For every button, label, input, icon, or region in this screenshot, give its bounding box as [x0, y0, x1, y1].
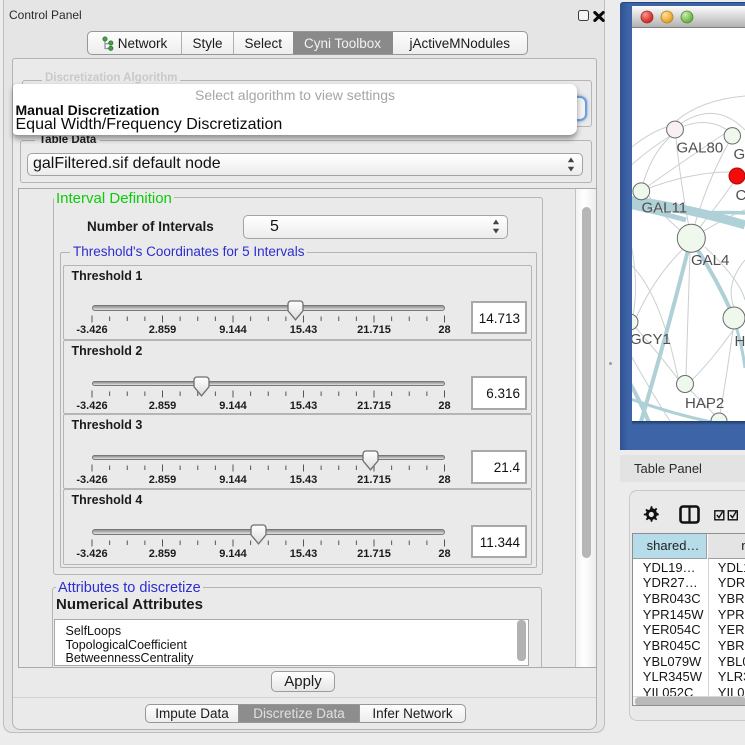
- svg-text:GCY1: GCY1: [632, 331, 671, 348]
- svg-text:G.: G.: [734, 146, 745, 163]
- svg-text:GAL80: GAL80: [677, 140, 724, 157]
- svg-text:H: H: [735, 333, 745, 350]
- svg-text:GAL11: GAL11: [642, 200, 688, 217]
- svg-text:C: C: [736, 187, 745, 204]
- svg-text:GAL4: GAL4: [691, 252, 729, 269]
- svg-text:HAP2: HAP2: [685, 395, 724, 412]
